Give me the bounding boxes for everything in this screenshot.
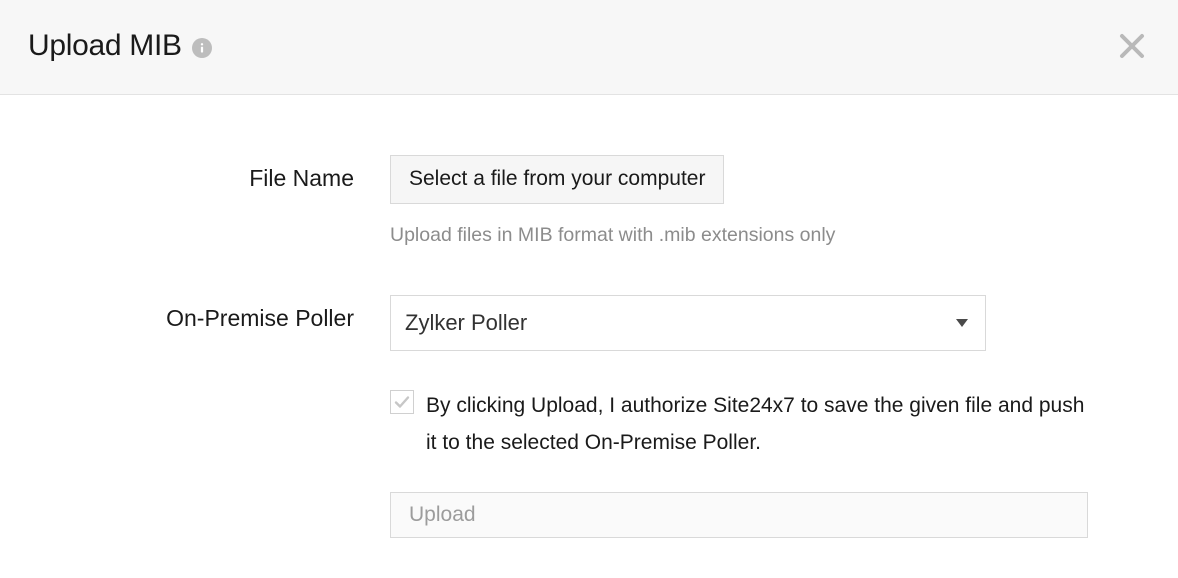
file-name-row: File Name Select a file from your comput… [90, 155, 1088, 247]
file-name-label: File Name [90, 155, 390, 192]
dialog-title: Upload MIB [28, 29, 182, 63]
upload-button[interactable]: Upload [390, 492, 1088, 538]
info-icon[interactable] [192, 38, 212, 58]
authorize-row: By clicking Upload, I authorize Site24x7… [390, 387, 1088, 462]
upload-form: File Name Select a file from your comput… [0, 95, 1178, 578]
poller-select-wrap: Zylker Poller [390, 295, 986, 351]
poller-row: On-Premise Poller Zylker Poller By click… [90, 295, 1088, 462]
close-button[interactable] [1114, 28, 1150, 64]
dialog-header: Upload MIB [0, 0, 1178, 95]
poller-select[interactable]: Zylker Poller [390, 295, 986, 351]
poller-field: Zylker Poller By clicking Upload, I auth… [390, 295, 1088, 462]
poller-label: On-Premise Poller [90, 295, 390, 332]
authorize-text: By clicking Upload, I authorize Site24x7… [426, 387, 1088, 462]
file-select-button[interactable]: Select a file from your computer [390, 155, 724, 204]
file-name-hint: Upload files in MIB format with .mib ext… [390, 224, 1088, 247]
authorize-checkbox[interactable] [390, 390, 414, 414]
title-wrap: Upload MIB [28, 29, 212, 63]
file-name-field: Select a file from your computer Upload … [390, 155, 1088, 247]
action-row: Upload [90, 492, 1088, 538]
